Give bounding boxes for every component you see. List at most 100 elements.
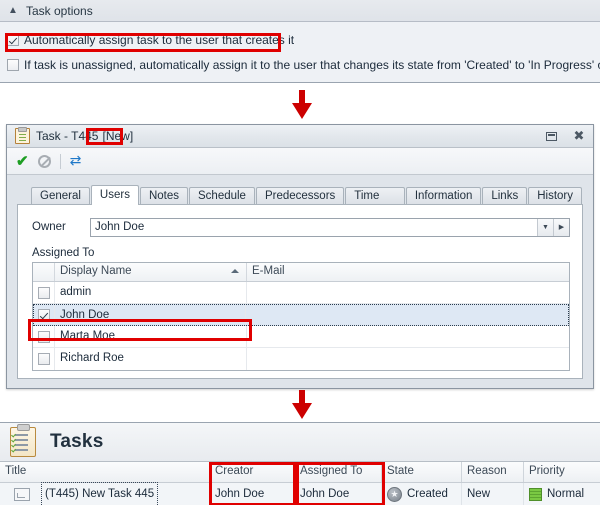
- tab-schedule[interactable]: Schedule: [189, 187, 255, 205]
- row-checkbox[interactable]: [37, 286, 50, 299]
- flow-arrow-top: [289, 90, 315, 120]
- row-checkbox-cell[interactable]: [33, 348, 55, 370]
- task-options-title: Task options: [26, 3, 93, 18]
- restore-icon[interactable]: [544, 129, 558, 143]
- option-label-auto-assign-creator: Automatically assign task to the user th…: [24, 33, 295, 47]
- window-title-text: Task - T445: [36, 129, 99, 143]
- window-body: General Users Notes Schedule Predecessor…: [7, 176, 593, 388]
- row-display-name: John Doe: [55, 305, 246, 325]
- task-clipboard-icon: [15, 127, 30, 144]
- row-checkbox-cell[interactable]: [34, 305, 55, 325]
- cell-creator: John Doe: [210, 483, 295, 505]
- tab-general[interactable]: General: [31, 187, 90, 205]
- row-email: [247, 282, 569, 303]
- close-icon[interactable]: ✖: [572, 129, 586, 143]
- tab-information[interactable]: Information: [405, 187, 482, 205]
- column-header-reason[interactable]: Reason: [462, 462, 524, 482]
- task-detail-window: Task - T445 [New] ✖ ✔ ⇄ General Users No…: [6, 124, 594, 389]
- row-checkbox[interactable]: [38, 309, 50, 321]
- state-created-icon: [387, 486, 402, 502]
- tab-strip: General Users Notes Schedule Predecessor…: [17, 185, 583, 219]
- priority-normal-icon: [529, 487, 542, 501]
- chevron-up-icon[interactable]: ▲: [0, 5, 26, 16]
- table-row[interactable]: Richard Roe: [33, 348, 569, 370]
- arrow-head: [292, 103, 312, 119]
- chevron-right-icon[interactable]: ▶: [553, 218, 569, 236]
- table-row[interactable]: (T445) New Task 445 John Doe John Doe Cr…: [0, 481, 600, 505]
- refresh-icon[interactable]: ⇄: [70, 154, 82, 168]
- table-row[interactable]: Marta Moe: [33, 326, 569, 348]
- tasks-list-header: Tasks: [0, 423, 600, 462]
- cell-priority: Normal: [524, 483, 600, 505]
- row-email: [246, 305, 568, 325]
- grid-header-display-name-label: Display Name: [60, 265, 132, 277]
- table-row[interactable]: John Doe: [33, 304, 569, 326]
- assigned-to-label: Assigned To: [32, 247, 95, 259]
- row-display-name: admin: [55, 282, 247, 303]
- option-row-auto-assign-state-change[interactable]: If task is unassigned, automatically ass…: [0, 56, 600, 74]
- checkbox-auto-assign-state-change[interactable]: [7, 59, 19, 71]
- grid-header-email[interactable]: E-Mail: [247, 263, 569, 281]
- option-row-auto-assign-creator[interactable]: Automatically assign task to the user th…: [0, 31, 600, 49]
- tab-users[interactable]: Users: [90, 185, 139, 205]
- tasks-list-panel: Tasks Title Creator Assigned To State Re…: [0, 422, 600, 505]
- row-checkbox-cell[interactable]: [33, 326, 55, 347]
- column-header-creator[interactable]: Creator: [210, 462, 295, 482]
- row-email: [247, 326, 569, 347]
- grid-header-display-name[interactable]: Display Name: [55, 263, 247, 281]
- flow-arrow-bottom: [289, 390, 315, 420]
- row-email: [247, 348, 569, 370]
- owner-label: Owner: [32, 221, 66, 233]
- row-checkbox[interactable]: [37, 330, 50, 343]
- chevron-down-icon[interactable]: ▼: [537, 218, 553, 236]
- grid-header-row: Display Name E-Mail: [33, 263, 569, 282]
- tab-predecessors[interactable]: Predecessors: [255, 187, 345, 205]
- column-header-priority[interactable]: Priority: [524, 462, 600, 482]
- option-label-auto-assign-state-change: If task is unassigned, automatically ass…: [24, 58, 600, 72]
- tab-notes[interactable]: Notes: [139, 187, 188, 205]
- row-checkbox[interactable]: [37, 353, 50, 365]
- window-buttons: ✖: [544, 129, 586, 143]
- tab-time-log[interactable]: Time log: [345, 187, 405, 219]
- tab-links[interactable]: Links: [482, 187, 528, 205]
- screenshot-root: ▲ Task options Automatically assign task…: [0, 0, 600, 505]
- row-display-name: Richard Roe: [55, 348, 247, 370]
- expander-icon[interactable]: [14, 487, 30, 501]
- arrow-head: [292, 403, 312, 419]
- table-row[interactable]: admin: [33, 282, 569, 304]
- task-options-header[interactable]: ▲ Task options: [0, 0, 600, 22]
- cell-state-text: Created: [407, 487, 448, 500]
- checkbox-auto-assign-creator[interactable]: [7, 34, 19, 46]
- owner-combo[interactable]: John Doe ▼ ▶: [90, 217, 570, 237]
- cell-title-text: (T445) New Task 445: [41, 481, 159, 505]
- cell-state: Created: [382, 483, 462, 505]
- column-header-title[interactable]: Title: [0, 462, 210, 482]
- cell-priority-text: Normal: [547, 487, 585, 500]
- cell-reason: New: [462, 483, 524, 505]
- window-title-badge: [New]: [102, 129, 134, 143]
- tab-page-users: Owner John Doe ▼ ▶ Assigned To Display N…: [17, 204, 583, 379]
- window-title-bar[interactable]: Task - T445 [New] ✖: [7, 125, 593, 148]
- row-display-name: Marta Moe: [55, 326, 247, 347]
- row-checkbox-cell[interactable]: [33, 282, 55, 303]
- cancel-disabled-icon: [37, 154, 51, 168]
- assigned-to-grid: Display Name E-Mail admin John Doe Marta…: [32, 262, 570, 371]
- tasks-clipboard-icon: [10, 424, 36, 457]
- column-header-state[interactable]: State: [382, 462, 462, 482]
- tasks-table-header: Title Creator Assigned To State Reason P…: [0, 462, 600, 483]
- task-options-body: Automatically assign task to the user th…: [0, 22, 600, 82]
- grid-header-checkbox: [33, 263, 55, 281]
- page-title: Tasks: [50, 431, 104, 452]
- sort-ascending-icon: [231, 269, 239, 273]
- toolbar-separator: [59, 153, 61, 169]
- owner-value: John Doe: [95, 220, 145, 233]
- owner-field-row: Owner John Doe ▼ ▶: [32, 217, 570, 237]
- column-header-assigned-to[interactable]: Assigned To: [295, 462, 382, 482]
- cell-assigned-to: John Doe: [295, 483, 382, 505]
- tab-history[interactable]: History: [528, 187, 582, 205]
- green-check-icon[interactable]: ✔: [16, 154, 29, 169]
- window-toolbar: ✔ ⇄: [7, 148, 593, 175]
- task-options-panel: ▲ Task options Automatically assign task…: [0, 0, 600, 83]
- clipboard-lines: [15, 434, 28, 454]
- cell-title[interactable]: (T445) New Task 445: [0, 481, 210, 505]
